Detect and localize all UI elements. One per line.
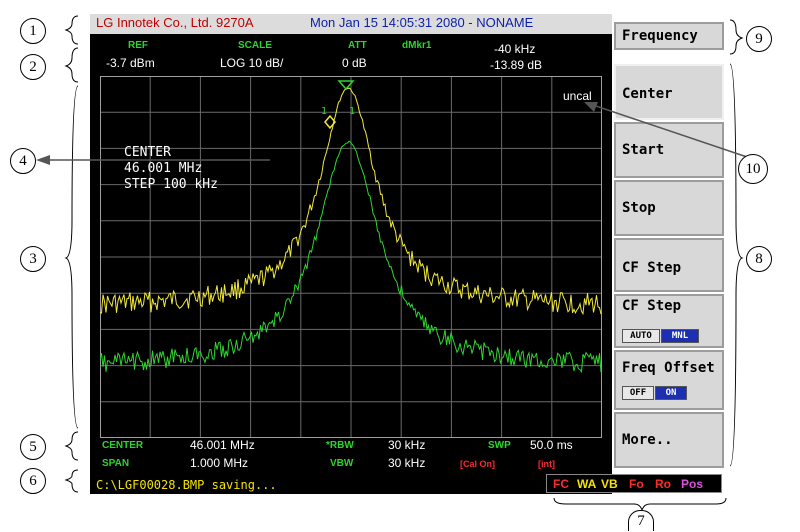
callout-lines (36, 15, 751, 512)
brace-7 (553, 497, 727, 512)
brace-5 (64, 431, 79, 461)
callout-9: 9 (746, 26, 772, 52)
callout-7: 7 (628, 510, 654, 531)
brace-1 (64, 15, 79, 45)
brace-9 (729, 19, 744, 55)
callout-10: 10 (738, 154, 768, 184)
brace-6 (64, 469, 79, 493)
brace-2 (64, 47, 79, 83)
arrow-4-head-icon (36, 155, 50, 165)
callout-6: 6 (20, 468, 46, 494)
callout-5: 5 (20, 434, 46, 460)
arrow-10 (589, 103, 751, 159)
callout-3: 3 (20, 246, 46, 272)
callout-4: 4 (10, 148, 36, 174)
callout-1: 1 (20, 18, 46, 44)
callout-8: 8 (746, 246, 772, 272)
arrow-10-head-icon (584, 102, 598, 112)
callout-2: 2 (20, 54, 46, 80)
brace-3 (64, 85, 79, 429)
brace-8 (729, 63, 744, 467)
